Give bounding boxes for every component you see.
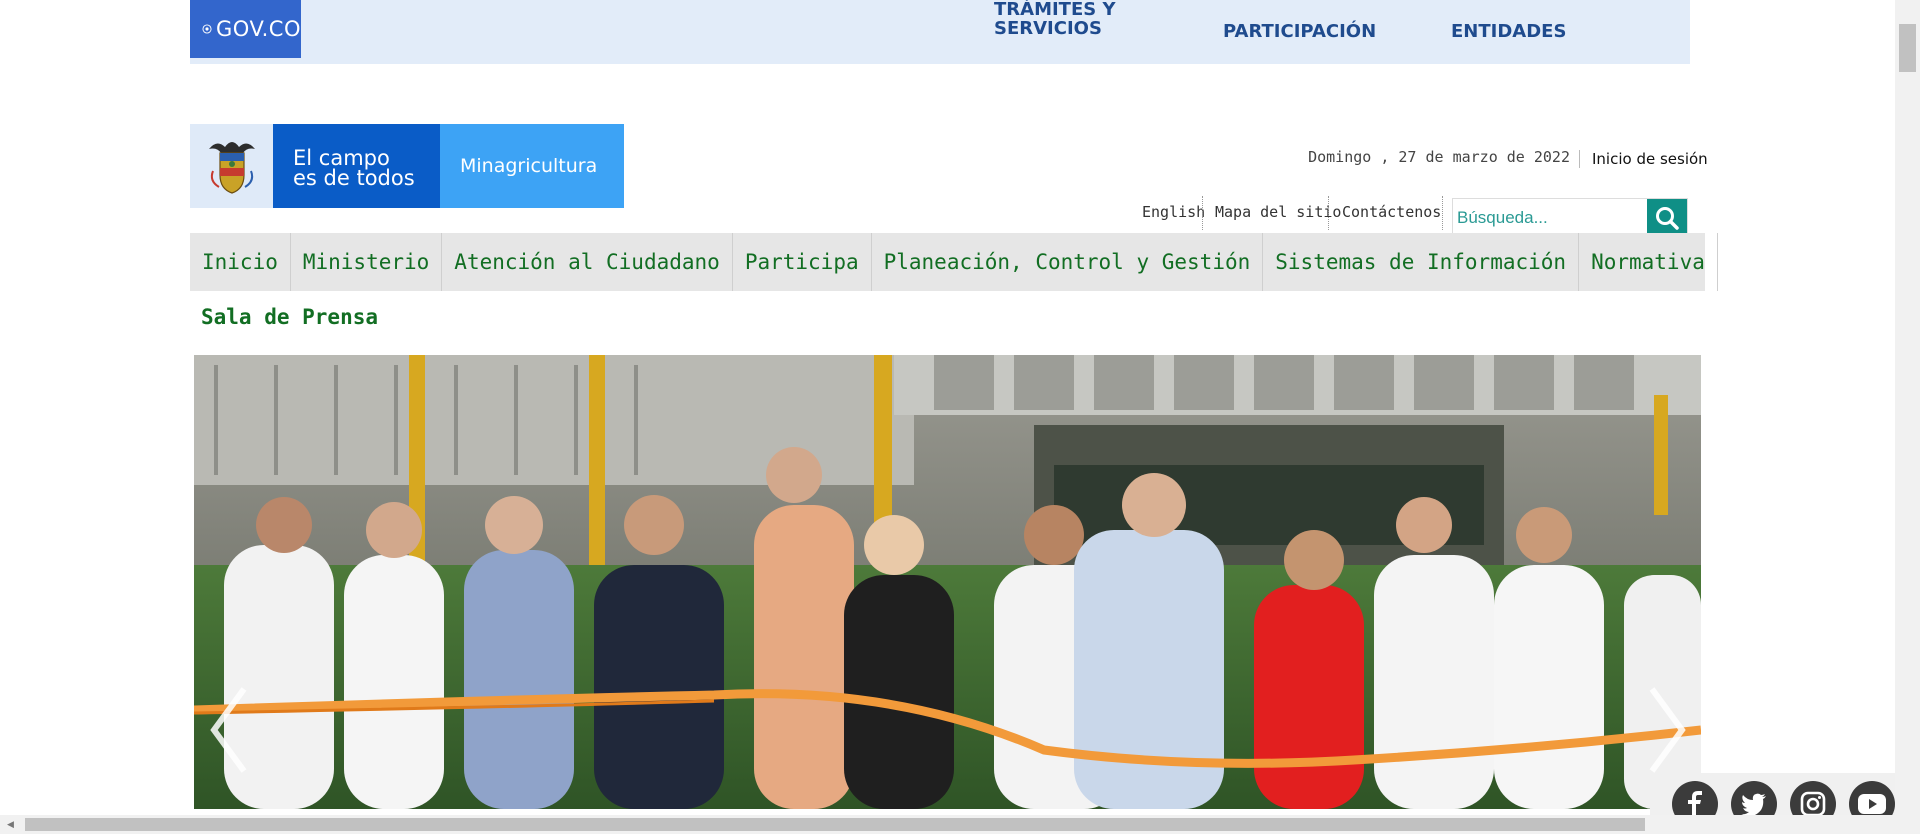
search-box	[1452, 198, 1688, 237]
main-navigation: Inicio Ministerio Atención al Ciudadano …	[190, 233, 1718, 291]
ribbon-cutting-photo	[194, 355, 1701, 809]
vertical-scroll-thumb[interactable]	[1899, 24, 1916, 72]
gov-link-participacion[interactable]: PARTICIPACIÓN	[1223, 22, 1376, 41]
gov-co-logo[interactable]: GOV.CO	[190, 0, 301, 58]
hero-carousel[interactable]	[194, 355, 1701, 809]
vertical-scrollbar[interactable]	[1895, 0, 1920, 834]
nav-item-normativa[interactable]: Normativa	[1579, 233, 1718, 291]
nav-item-atencion-ciudadano[interactable]: Atención al Ciudadano	[442, 233, 733, 291]
divider	[1442, 196, 1443, 230]
carousel-next-button[interactable]	[1644, 685, 1688, 775]
horizontal-scroll-thumb[interactable]	[25, 818, 1645, 831]
nav-item-sistemas-informacion[interactable]: Sistemas de Información	[1263, 233, 1580, 291]
sitemap-link[interactable]: Mapa del sitio	[1215, 203, 1341, 221]
nav-item-planeacion[interactable]: Planeación, Control y Gestión	[872, 233, 1264, 291]
gov-link-entidades-label: ENTIDADES	[1451, 21, 1567, 42]
gov-link-participacion-label: PARTICIPACIÓN	[1223, 21, 1377, 42]
horizontal-scrollbar[interactable]: ◀	[0, 815, 1920, 834]
gov-link-tramites[interactable]: TRÁMITES Y SERVICIOS	[994, 0, 1116, 38]
search-icon	[1656, 207, 1679, 230]
search-button[interactable]	[1647, 199, 1687, 237]
section-title: Sala de Prensa	[201, 305, 379, 329]
gov-shield-icon	[202, 24, 212, 34]
minagricultura-logo[interactable]: El campo es de todos Minagricultura	[190, 124, 624, 208]
carousel-prev-button[interactable]	[208, 685, 252, 775]
nav-item-inicio[interactable]: Inicio	[190, 233, 291, 291]
divider	[1202, 196, 1203, 230]
nav-item-ministerio[interactable]: Ministerio	[291, 233, 443, 291]
english-link[interactable]: English	[1142, 203, 1205, 221]
current-date: Domingo , 27 de marzo de 2022	[1308, 148, 1570, 166]
page: GOV.CO TRÁMITES Y SERVICIOS PARTICIPACIÓ…	[0, 0, 1920, 834]
brand-slogan: El campo es de todos	[273, 124, 440, 208]
gov-link-entidades[interactable]: ENTIDADES	[1451, 22, 1566, 41]
divider	[1328, 196, 1329, 230]
contact-link[interactable]: Contáctenos	[1342, 203, 1441, 221]
gov-link-tramites-line2: SERVICIOS	[994, 18, 1102, 39]
scroll-left-icon[interactable]: ◀	[7, 820, 14, 830]
divider	[1579, 150, 1580, 168]
gov-link-tramites-line1: TRÁMITES Y	[994, 0, 1116, 20]
brand-slogan-line2: es de todos	[293, 166, 415, 190]
login-link[interactable]: Inicio de sesión	[1592, 150, 1708, 168]
nav-item-participa[interactable]: Participa	[733, 233, 872, 291]
gov-top-bar: GOV.CO TRÁMITES Y SERVICIOS PARTICIPACIÓ…	[190, 0, 1690, 64]
gov-logo-text: GOV.CO	[216, 17, 301, 41]
brand-name: Minagricultura	[440, 124, 624, 208]
search-input[interactable]	[1457, 207, 1647, 229]
colombia-coat-of-arms-icon	[190, 124, 273, 208]
